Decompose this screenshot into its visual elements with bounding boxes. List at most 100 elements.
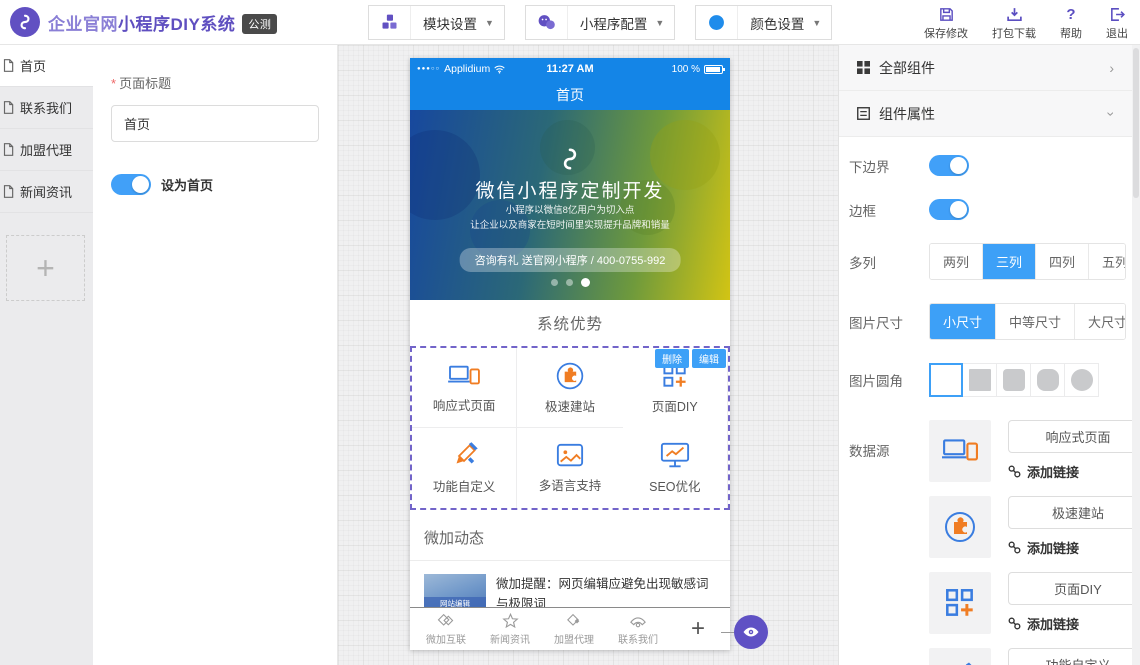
image-size-small-selected[interactable]: 小尺寸 bbox=[930, 304, 996, 339]
action-label: 退出 bbox=[1106, 25, 1128, 41]
logout-button[interactable]: 退出 bbox=[1106, 5, 1128, 41]
columns-option-three-selected[interactable]: 三列 bbox=[983, 244, 1036, 279]
image-size-large[interactable]: 大尺寸 bbox=[1075, 304, 1126, 339]
delete-component-button[interactable]: 删除 bbox=[655, 349, 689, 368]
banner-logo-icon bbox=[410, 146, 730, 172]
columns-option-two[interactable]: 两列 bbox=[930, 244, 983, 279]
set-home-label: 设为首页 bbox=[161, 175, 213, 194]
miniprogram-config-dropdown[interactable]: 小程序配置 ▼ bbox=[525, 5, 675, 40]
tab-news[interactable]: 新闻资讯 bbox=[478, 612, 542, 646]
seo-icon bbox=[659, 441, 691, 471]
add-link-button[interactable]: 添加链接 bbox=[1008, 462, 1140, 481]
feature-label: 响应式页面 bbox=[433, 395, 496, 414]
sidebar-item-news[interactable]: 新闻资讯 bbox=[0, 171, 93, 213]
list-icon bbox=[857, 107, 870, 120]
bottom-border-row: 下边界 bbox=[849, 155, 1126, 176]
border-row: 边框 bbox=[849, 199, 1126, 220]
feature-grid-component-selected[interactable]: 删除 编辑 响应式页面 极速建站 页面DIY 功能自定义 bbox=[410, 346, 730, 510]
edit-component-button[interactable]: 编辑 bbox=[692, 349, 726, 368]
radius-swatch-none-selected[interactable] bbox=[929, 363, 963, 397]
columns-segmented-control: 两列 三列 四列 五列 bbox=[929, 243, 1126, 280]
sidebar-item-home[interactable]: 首页 bbox=[0, 45, 93, 87]
help-button[interactable]: ? 帮助 bbox=[1060, 5, 1082, 41]
app-logo-icon bbox=[10, 7, 40, 37]
help-icon: ? bbox=[1066, 5, 1075, 23]
responsive-page-icon bbox=[929, 420, 991, 482]
component-properties-header[interactable]: 组件属性 › bbox=[839, 91, 1140, 137]
feature-custom-function[interactable]: 功能自定义 bbox=[412, 428, 517, 508]
multi-language-icon bbox=[554, 442, 586, 470]
link-icon bbox=[1008, 617, 1021, 630]
tab-contact[interactable]: 联系我们 bbox=[606, 613, 670, 646]
signal-dots-icon: ●●●○○ bbox=[417, 66, 440, 72]
tab-add-button[interactable]: + bbox=[670, 615, 726, 643]
feature-multi-language[interactable]: 多语言支持 bbox=[517, 428, 622, 508]
phone-nav-bar: 首页 bbox=[410, 80, 730, 110]
action-label: 帮助 bbox=[1060, 25, 1082, 41]
phone-status-bar: ●●●○○ Applidium 11:27 AM 100 % bbox=[410, 58, 730, 80]
datasource-label: 数据源 bbox=[849, 420, 929, 460]
preview-canvas: ●●●○○ Applidium 11:27 AM 100 % 首页 bbox=[338, 45, 838, 665]
tab-agency[interactable]: 加盟代理 bbox=[542, 613, 606, 646]
action-label: 保存修改 bbox=[924, 25, 968, 41]
columns-option-five[interactable]: 五列 bbox=[1089, 244, 1126, 279]
chevron-down-icon: ▼ bbox=[485, 18, 504, 28]
feature-responsive-page[interactable]: 响应式页面 bbox=[412, 348, 517, 428]
feature-seo[interactable]: SEO优化 bbox=[623, 428, 728, 508]
radius-swatch-circle[interactable] bbox=[1065, 363, 1099, 397]
beta-badge: 公测 bbox=[242, 14, 277, 34]
datasource-title-input[interactable] bbox=[1008, 496, 1140, 529]
image-radius-label: 图片圆角 bbox=[849, 370, 929, 390]
add-link-button[interactable]: 添加链接 bbox=[1008, 614, 1140, 633]
speed-build-icon bbox=[929, 496, 991, 558]
feature-speed-build[interactable]: 极速建站 bbox=[517, 348, 622, 428]
datasource-title-input[interactable] bbox=[1008, 420, 1140, 453]
set-home-row: 设为首页 bbox=[111, 174, 319, 195]
carousel-dot[interactable] bbox=[551, 279, 558, 286]
scrollbar-thumb[interactable] bbox=[1133, 48, 1139, 198]
panel-scrollbar[interactable] bbox=[1132, 45, 1140, 665]
components-panel: 全部组件 › 组件属性 › 下边界 边框 多列 两列 三列 bbox=[838, 45, 1140, 665]
carousel-dot[interactable] bbox=[566, 279, 573, 286]
main-row: 首页 联系我们 加盟代理 新闻资讯 + *页面标题 设为首页 bbox=[0, 45, 1140, 665]
chevron-down-icon: ▼ bbox=[655, 18, 674, 28]
datasource-item: 添加链接 bbox=[929, 496, 1140, 558]
save-button[interactable]: 保存修改 bbox=[924, 5, 968, 41]
all-components-header[interactable]: 全部组件 › bbox=[839, 45, 1140, 91]
properties-body: 下边界 边框 多列 两列 三列 四列 五列 图片尺寸 小尺寸 bbox=[839, 137, 1140, 665]
sidebar-item-agency[interactable]: 加盟代理 bbox=[0, 129, 93, 171]
add-page-button[interactable]: + bbox=[6, 235, 85, 301]
radius-swatch-small[interactable] bbox=[997, 363, 1031, 397]
preview-eye-button[interactable] bbox=[734, 615, 768, 649]
datasource-title-input[interactable] bbox=[1008, 572, 1140, 605]
wechat-icon bbox=[526, 6, 568, 39]
color-settings-dropdown[interactable]: 颜色设置 ▼ bbox=[695, 5, 832, 40]
feature-label: SEO优化 bbox=[649, 476, 700, 495]
datasource-title-input[interactable] bbox=[1008, 648, 1140, 665]
dropdown-label: 小程序配置 bbox=[568, 13, 656, 33]
tab-label: 加盟代理 bbox=[554, 631, 594, 646]
sidebar-item-contact[interactable]: 联系我们 bbox=[0, 87, 93, 129]
set-home-toggle[interactable] bbox=[111, 174, 151, 195]
carousel-dot-active[interactable] bbox=[581, 278, 590, 287]
modules-settings-dropdown[interactable]: 模块设置 ▼ bbox=[368, 5, 505, 40]
bottom-border-toggle[interactable] bbox=[929, 155, 969, 176]
news-thumbnail: 网站编辑 bbox=[424, 574, 486, 610]
page-title-input[interactable] bbox=[111, 105, 319, 142]
border-toggle[interactable] bbox=[929, 199, 969, 220]
component-properties-label: 组件属性 bbox=[879, 104, 935, 124]
image-size-label: 图片尺寸 bbox=[849, 312, 929, 332]
page-icon bbox=[1, 184, 15, 199]
tab-weijia[interactable]: 微加互联 bbox=[414, 613, 478, 646]
image-radius-swatches bbox=[929, 363, 1099, 397]
banner-cta-pill: 咨询有礼 送官网小程序 / 400-0755-992 bbox=[460, 248, 681, 272]
modules-cubes-icon bbox=[369, 6, 411, 39]
add-link-button[interactable]: 添加链接 bbox=[1008, 538, 1140, 557]
banner-carousel[interactable]: 微信小程序定制开发 小程序以微信8亿用户为切入点 让企业以及商家在短时间里实现提… bbox=[410, 110, 730, 300]
link-icon bbox=[1008, 465, 1021, 478]
radius-swatch-square[interactable] bbox=[963, 363, 997, 397]
columns-option-four[interactable]: 四列 bbox=[1036, 244, 1089, 279]
image-size-medium[interactable]: 中等尺寸 bbox=[996, 304, 1075, 339]
radius-swatch-medium[interactable] bbox=[1031, 363, 1065, 397]
download-button[interactable]: 打包下载 bbox=[992, 5, 1036, 41]
